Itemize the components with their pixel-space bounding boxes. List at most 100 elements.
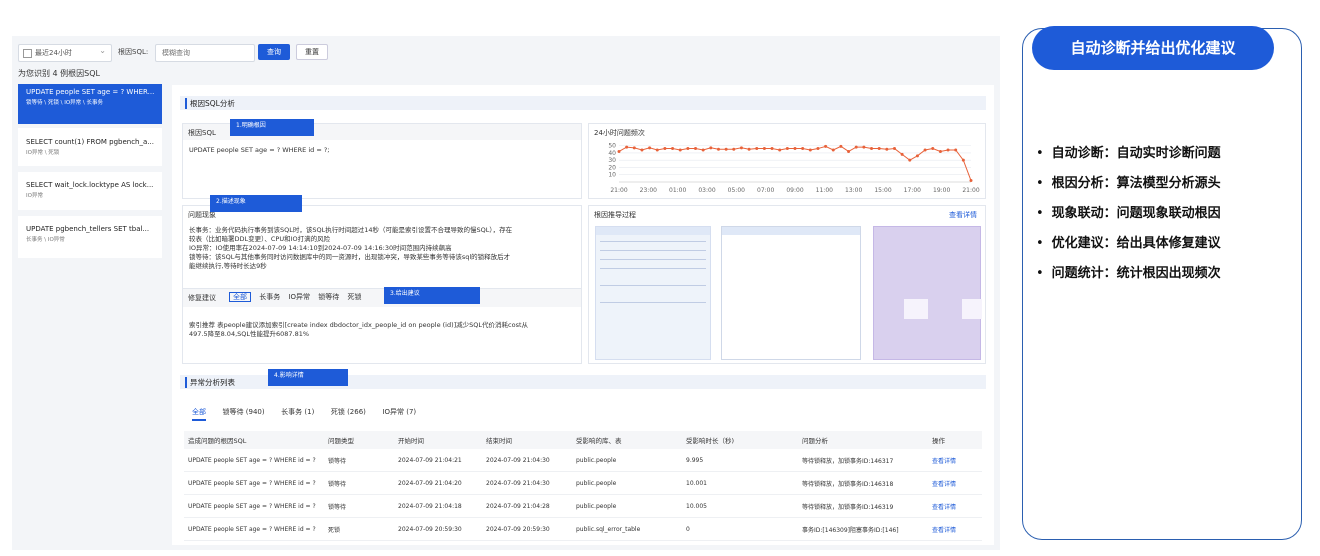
fix-line: 497.5降至8.04,SQL性能提升6087.81% — [189, 330, 310, 338]
feature-text: 现象联动：问题现象联动根因 — [1051, 206, 1221, 221]
data-point — [831, 148, 835, 152]
view-detail-link[interactable]: 查看详情 — [928, 449, 982, 472]
data-point — [808, 148, 812, 152]
sql-list-item-title: SELECT wait_lock.locktype AS lock... — [26, 181, 154, 189]
cell-sql: UPDATE people SET age = ? WHERE id = ? — [184, 494, 324, 518]
view-detail-link[interactable]: 查看详情 — [928, 471, 982, 495]
anomaly-tab-all[interactable]: 全部 — [192, 408, 206, 421]
x-tick-label: 05:00 — [728, 187, 745, 194]
feature-item: • 现象联动：问题现象联动根因 — [1036, 202, 1296, 221]
x-tick-label: 13:00 — [845, 187, 862, 194]
cell-table: public.people — [572, 471, 682, 495]
chevron-down-icon: ⌄ — [99, 46, 106, 55]
query-button[interactable]: 查询 — [258, 44, 290, 60]
col-header: 开始时间 — [394, 431, 482, 449]
data-point — [778, 148, 782, 152]
col-header: 受影响的库、表 — [572, 431, 682, 449]
x-tick-label: 09:00 — [786, 187, 803, 194]
data-point — [648, 146, 652, 150]
step-tag-1: 1.明确根因 — [230, 119, 314, 136]
y-tick-label: 20 — [608, 164, 616, 171]
anomaly-tab-deadlock[interactable]: 死锁 (266) — [331, 408, 366, 416]
fix-tab-long-tx[interactable]: 长事务 — [259, 293, 280, 301]
x-tick-label: 03:00 — [698, 187, 715, 194]
cell-start: 2024-07-09 21:04:21 — [394, 449, 482, 472]
fix-tab-io[interactable]: IO异常 — [288, 293, 310, 301]
step-tag-2: 2.描述现象 — [210, 195, 302, 212]
data-point — [862, 145, 866, 149]
analysis-main: 根因SQL分析 根因SQL UPDATE people SET age = ? … — [172, 85, 994, 545]
cell-duration: 10.001 — [682, 471, 798, 495]
cell-table: public.sql_error_table — [572, 517, 682, 541]
anomaly-tab-long-tx[interactable]: 长事务 (1) — [281, 408, 314, 416]
phenomenon-line: 能继续执行,等待时长达9秒 — [189, 262, 267, 270]
data-point — [900, 152, 904, 156]
graph-panel — [873, 226, 982, 360]
data-point — [839, 144, 843, 148]
data-point — [762, 147, 766, 151]
cell-analysis: 等待锁释放，加锁事务ID:146318 — [798, 471, 928, 495]
fix-suggestion-box: 修复建议 全部 长事务 IO异常 锁等待 死锁 索引推荐 表people建议添加… — [182, 288, 582, 364]
bullet-icon: • — [1036, 146, 1044, 161]
sql-list-item[interactable]: SELECT wait_lock.locktype AS lock... IO异… — [18, 172, 162, 210]
sql-list-item-tags: IO异常 \ 死锁 — [26, 150, 60, 156]
view-detail-link[interactable]: 查看详情 — [928, 494, 982, 518]
x-tick-label: 23:00 — [640, 187, 657, 194]
y-tick-label: 30 — [608, 157, 616, 164]
data-point — [701, 148, 705, 152]
view-detail-link[interactable]: 查看详情 — [928, 517, 982, 541]
cell-type: 锁等待 — [324, 471, 394, 495]
fix-title: 修复建议 — [188, 294, 216, 302]
sql-list-item[interactable]: UPDATE people SET age = ? WHER... 锁等待 \ … — [18, 84, 162, 124]
root-sql-text: UPDATE people SET age = ? WHERE id = ?; — [189, 146, 330, 154]
data-point — [877, 147, 881, 151]
cell-type: 锁等待 — [324, 494, 394, 518]
graph-title: 根因推导过程 — [594, 211, 636, 219]
y-tick-label: 50 — [608, 143, 616, 150]
anomaly-tab-lock-wait[interactable]: 锁等待 (940) — [223, 408, 265, 416]
fix-tab-deadlock[interactable]: 死锁 — [348, 293, 362, 301]
cell-end: 2024-07-09 21:04:30 — [482, 449, 572, 472]
feature-text: 自动诊断：自动实时诊断问题 — [1051, 146, 1221, 161]
reset-button[interactable]: 重置 — [296, 44, 328, 60]
fix-text: 索引推荐 表people建议添加索引[create index dbdoctor… — [189, 321, 573, 339]
time-range-select[interactable]: 最近24小时 ⌄ — [18, 44, 112, 62]
trend-chart: 1020304050 21:00 23:00 01:00 03:00 05:00 07:00… — [608, 143, 979, 194]
cell-start: 2024-07-09 21:04:20 — [394, 471, 482, 495]
fix-tab-lock-wait[interactable]: 锁等待 — [318, 293, 339, 301]
data-point — [655, 148, 659, 152]
x-tick-label: 19:00 — [933, 187, 950, 194]
graph-detail-link[interactable]: 查看详情 — [949, 210, 977, 220]
bullet-icon: • — [1036, 266, 1044, 281]
phenomenon-line: 长事务：业务代码执行事务到该SQL时，该SQL执行时间超过14秒（可能是索引设置… — [189, 226, 513, 234]
sql-list-item[interactable]: UPDATE pgbench_tellers SET tbal... 长事务 \… — [18, 216, 162, 258]
data-point — [785, 147, 789, 151]
x-tick-label: 15:00 — [874, 187, 891, 194]
data-point — [946, 148, 950, 152]
fix-tab-all[interactable]: 全部 — [229, 292, 251, 302]
col-header: 造成问题的根因SQL — [184, 431, 324, 449]
root-sql-input-wrap[interactable] — [155, 44, 255, 62]
table-row: UPDATE people SET age = ? WHERE id = ? 锁… — [184, 449, 982, 472]
data-point — [770, 147, 774, 151]
x-tick-label: 17:00 — [904, 187, 921, 194]
phenomenon-box: 问题现象 长事务：业务代码执行事务到该SQL时，该SQL执行时间超过14秒（可能… — [182, 205, 582, 289]
anomaly-tab-io[interactable]: IO异常 (7) — [382, 408, 416, 416]
data-point — [923, 148, 927, 152]
fix-line: 索引推荐 表people建议添加索引[create index dbdoctor… — [189, 321, 529, 329]
data-point — [824, 144, 828, 148]
root-sql-box-title: 根因SQL — [188, 129, 216, 137]
data-point — [716, 147, 720, 151]
trend-chart-title: 24小时问题频次 — [594, 129, 645, 137]
root-sql-input[interactable] — [160, 48, 254, 58]
graph-panel — [595, 226, 711, 360]
col-header: 结束时间 — [482, 431, 572, 449]
bullet-icon: • — [1036, 206, 1044, 221]
graph-panel — [721, 226, 861, 360]
data-point — [747, 147, 751, 151]
cell-sql: UPDATE people SET age = ? WHERE id = ? — [184, 471, 324, 495]
data-point — [915, 154, 919, 158]
sql-list-item[interactable]: SELECT count(1) FROM pgbench_a... IO异常 \… — [18, 128, 162, 166]
data-point — [640, 148, 644, 152]
sql-list-item-tags: 长事务 \ IO异常 — [26, 237, 65, 243]
